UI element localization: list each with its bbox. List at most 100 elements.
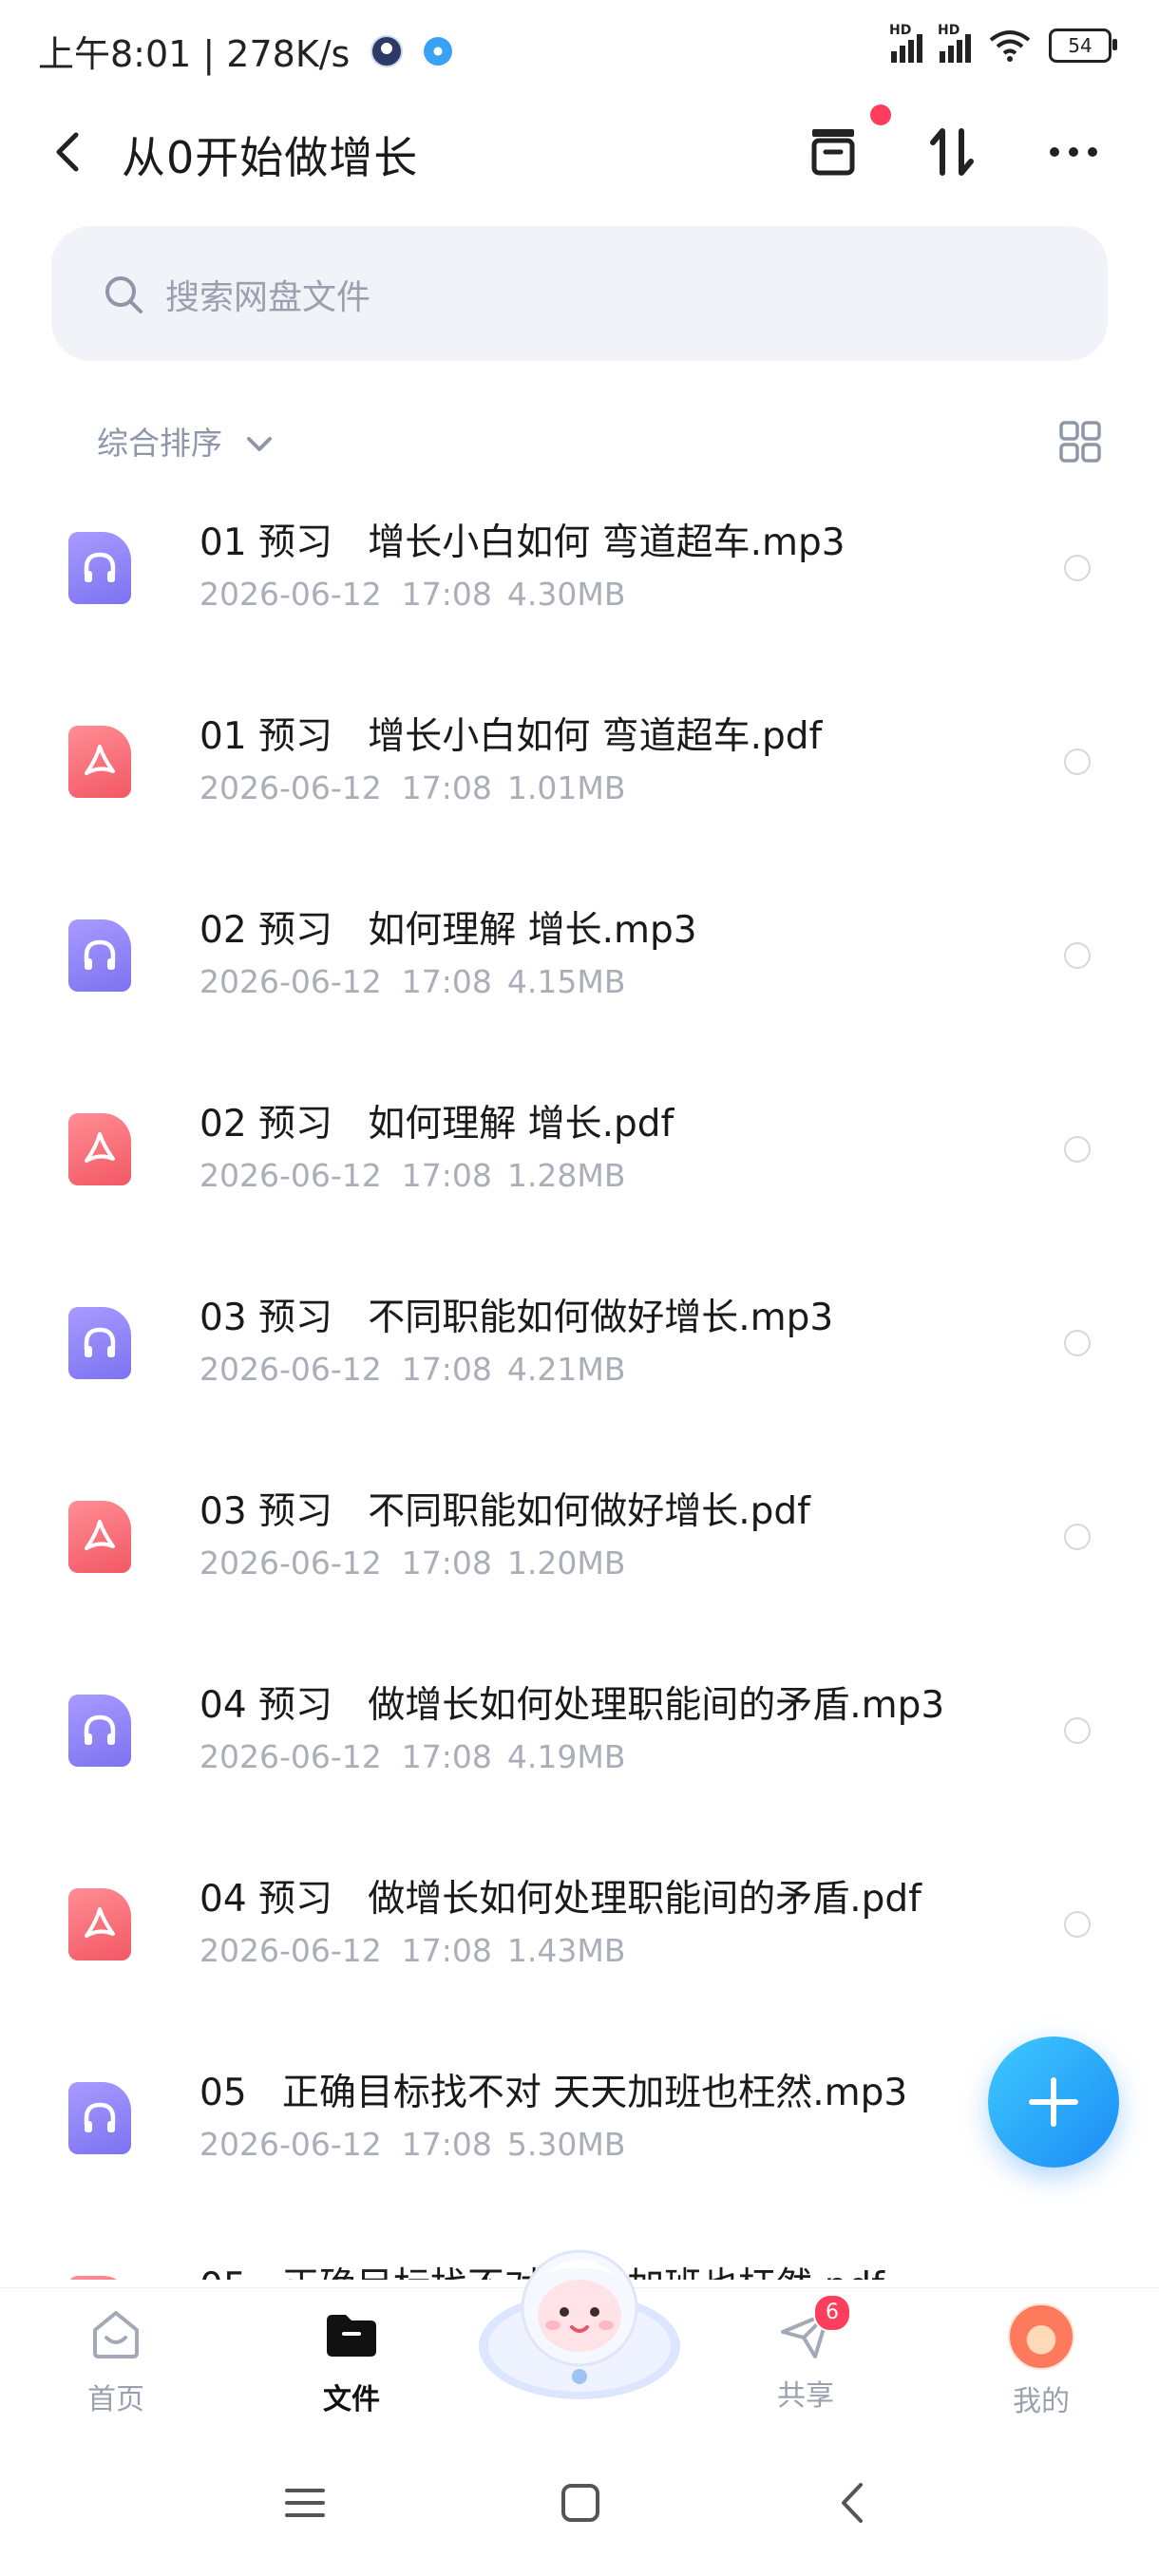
file-list: 01 预习 增长小白如何 弯道超车.mp3 2026-06-12 17:08 4.3… (0, 484, 1159, 2280)
archive-icon[interactable] (803, 122, 864, 182)
chevron-down-icon[interactable] (243, 427, 276, 460)
sort-transfer-icon[interactable] (922, 122, 982, 182)
pdf-acrobat-icon (85, 1520, 115, 1550)
signal-icon: HD (889, 23, 922, 63)
pdf-file-icon (68, 1501, 131, 1573)
status-bar: 上午8:01 | 278K/s HD HD 54 (0, 0, 1159, 95)
select-checkbox[interactable] (1064, 1524, 1091, 1550)
pdf-file-icon (68, 1113, 131, 1185)
plus-icon (1029, 2077, 1078, 2127)
file-name: 03 预习 不同职能如何做好增长.mp3 (200, 1297, 834, 1339)
status-indicators: HD HD 54 (889, 23, 1117, 63)
headphones-icon (84, 2102, 116, 2132)
pdf-acrobat-icon (85, 1907, 115, 1938)
file-size: 4.30MB (506, 576, 626, 613)
file-meta: 2026-06-12 17:08 1.20MB (200, 1544, 625, 1582)
file-size: 1.28MB (506, 1157, 626, 1194)
avatar (1008, 2303, 1074, 2370)
upload-notification-icon (424, 36, 453, 66)
archive-badge (870, 104, 891, 125)
nav-files-label: 文件 (323, 2383, 380, 2416)
search-placeholder: 搜索网盘文件 (165, 278, 371, 317)
file-row[interactable]: 02 预习 如何理解 增长.pdf 2026-06-12 17:08 1.28MB (0, 1066, 1159, 1260)
search-input[interactable]: 搜索网盘文件 (51, 226, 1108, 361)
file-row[interactable]: 05 正确目标找不对 天天加班也枉然.mp3 2026-06-12 17:08 5.… (0, 2035, 1159, 2228)
back-icon[interactable] (46, 127, 93, 177)
home-square-icon[interactable] (557, 2479, 604, 2527)
status-time-text: 上午8:01 | 278K/s (38, 33, 351, 75)
sort-dropdown[interactable]: 综合排序 (97, 418, 222, 464)
menu-icon[interactable] (281, 2479, 329, 2527)
notification-app-icon (370, 34, 404, 67)
file-meta: 2026-06-12 17:08 4.21MB (200, 1351, 625, 1388)
file-name: 03 预习 不同职能如何做好增长.pdf (200, 1490, 810, 1533)
nav-share[interactable]: 6 共享 (739, 2294, 872, 2417)
nav-me[interactable]: 我的 (975, 2303, 1108, 2418)
audio-file-icon (68, 919, 131, 992)
mascot-assistant-button[interactable] (475, 2234, 684, 2405)
select-checkbox[interactable] (1064, 1136, 1091, 1163)
file-row[interactable]: 04 预习 做增长如何处理职能间的矛盾.mp3 2026-06-12 17:08 4… (0, 1647, 1159, 1841)
file-name: 01 预习 增长小白如何 弯道超车.pdf (200, 715, 823, 758)
file-date: 2026-06-12 17:08 (200, 576, 492, 613)
battery-icon: 54 (1049, 28, 1117, 63)
headphones-icon (84, 1714, 116, 1745)
sort-toolbar: 综合排序 (0, 408, 1159, 475)
file-size: 1.20MB (506, 1544, 626, 1582)
system-back-icon[interactable] (830, 2479, 878, 2527)
file-row[interactable]: 04 预习 做增长如何处理职能间的矛盾.pdf 2026-06-12 17:08 1… (0, 1841, 1159, 2035)
select-checkbox[interactable] (1064, 1330, 1091, 1356)
select-checkbox[interactable] (1064, 748, 1091, 775)
audio-file-icon (68, 1695, 131, 1767)
file-size: 4.21MB (506, 1351, 626, 1388)
file-date: 2026-06-12 17:08 (200, 1738, 492, 1775)
more-icon[interactable] (1043, 122, 1104, 182)
file-date: 2026-06-12 17:08 (200, 769, 492, 806)
file-name: 04 预习 做增长如何处理职能间的矛盾.pdf (200, 1878, 922, 1921)
file-meta: 2026-06-12 17:08 1.28MB (200, 1157, 625, 1194)
headphones-icon (84, 552, 116, 582)
audio-file-icon (68, 532, 131, 604)
file-name: 01 预习 增长小白如何 弯道超车.mp3 (200, 521, 846, 564)
file-meta: 2026-06-12 17:08 1.01MB (200, 769, 625, 806)
file-size: 1.01MB (506, 769, 626, 806)
file-row[interactable]: 01 预习 增长小白如何 弯道超车.pdf 2026-06-12 17:08 1.0… (0, 678, 1159, 872)
select-checkbox[interactable] (1064, 1717, 1091, 1744)
file-meta: 2026-06-12 17:08 1.43MB (200, 1932, 625, 1969)
file-meta: 2026-06-12 17:08 5.30MB (200, 2126, 625, 2163)
file-date: 2026-06-12 17:08 (200, 1932, 492, 1969)
file-size: 5.30MB (506, 2126, 626, 2163)
pdf-acrobat-icon (85, 745, 115, 775)
top-app-bar: 从0开始做增长 (0, 104, 1159, 199)
audio-file-icon (68, 2082, 131, 2154)
home-icon (93, 2311, 139, 2358)
file-row[interactable]: 03 预习 不同职能如何做好增长.mp3 2026-06-12 17:08 4.21… (0, 1260, 1159, 1453)
nav-files[interactable]: 文件 (285, 2303, 418, 2417)
file-size: 1.43MB (506, 1932, 626, 1969)
file-size: 4.19MB (506, 1738, 626, 1775)
file-date: 2026-06-12 17:08 (200, 963, 492, 1000)
grid-view-icon[interactable] (1058, 420, 1102, 464)
select-checkbox[interactable] (1064, 555, 1091, 581)
select-checkbox[interactable] (1064, 1911, 1091, 1938)
audio-file-icon (68, 1307, 131, 1379)
file-date: 2026-06-12 17:08 (200, 1544, 492, 1582)
page-title: 从0开始做增长 (122, 132, 419, 183)
share-badge: 6 (813, 2294, 851, 2332)
pdf-acrobat-icon (85, 1132, 115, 1163)
add-button[interactable] (988, 2036, 1119, 2168)
file-name: 02 预习 如何理解 增长.mp3 (200, 909, 697, 952)
pdf-file-icon (68, 726, 131, 798)
file-row[interactable]: 03 预习 不同职能如何做好增长.pdf 2026-06-12 17:08 1.20… (0, 1453, 1159, 1647)
file-row[interactable]: 01 预习 增长小白如何 弯道超车.mp3 2026-06-12 17:08 4.3… (0, 484, 1159, 678)
select-checkbox[interactable] (1064, 942, 1091, 969)
file-date: 2026-06-12 17:08 (200, 1351, 492, 1388)
search-icon (105, 276, 142, 313)
system-navigation-bar (0, 2432, 1159, 2576)
file-row[interactable]: 02 预习 如何理解 增长.mp3 2026-06-12 17:08 4.15MB (0, 872, 1159, 1066)
signal-icon-2: HD (938, 23, 971, 63)
nav-home[interactable]: 首页 (49, 2303, 182, 2417)
battery-level: 54 (1068, 34, 1092, 57)
file-name: 05 正确目标找不对 天天加班也枉然.mp3 (200, 2072, 908, 2114)
nav-share-label: 共享 (777, 2379, 834, 2413)
